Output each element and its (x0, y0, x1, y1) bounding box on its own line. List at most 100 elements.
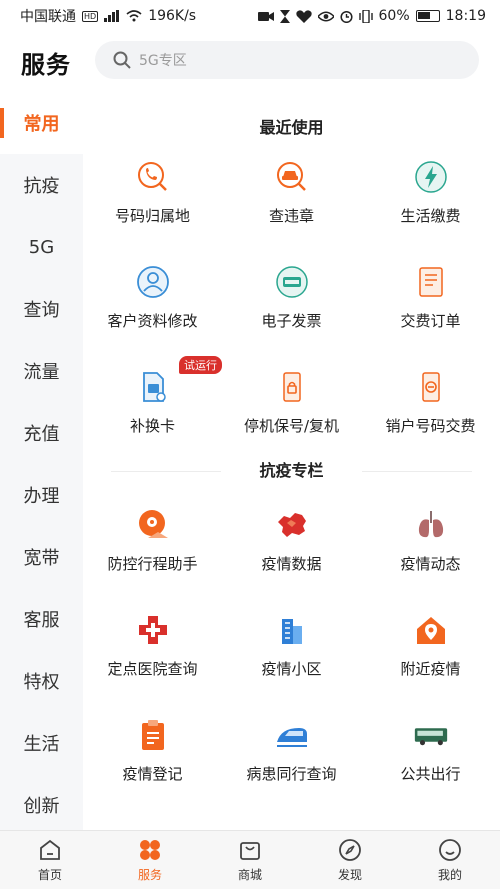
service-label: 交费订单 (400, 312, 461, 330)
sidebar-item-label: 抗疫 (23, 176, 60, 197)
sidebar-item-common[interactable]: 常用 (0, 92, 83, 154)
sim-card-icon (136, 370, 170, 404)
sidebar-item-recharge[interactable]: 充值 (0, 402, 83, 464)
sidebar-item-label: 充值 (23, 424, 60, 445)
wifi-icon (126, 10, 142, 22)
service-suspend-resume[interactable]: 停机保号/复机 (222, 356, 361, 461)
house-icon (414, 613, 448, 647)
service-nearby-epidemic[interactable]: 附近疫情 (361, 599, 500, 704)
service-patient-travel-query[interactable]: 病患同行查询 (222, 704, 361, 809)
epidemic-grid: 防控行程助手 疫情数据 疫情动态 定点医院查询 疫情小区 附近疫情 疫情登记 病… (83, 494, 500, 809)
service-public-transport[interactable]: 公共出行 (361, 704, 500, 809)
phone-location-icon (136, 160, 170, 194)
lightning-icon (414, 160, 448, 194)
sidebar-item-label: 查询 (23, 300, 60, 321)
hospital-cross-icon (136, 613, 170, 647)
sidebar-item-5g[interactable]: 5G (0, 216, 83, 278)
train-icon (275, 718, 309, 752)
divider-left (111, 471, 221, 472)
tab-label: 服务 (137, 868, 162, 882)
search-bar[interactable]: 5G专区 (95, 41, 479, 79)
sidebar-item-customer-service[interactable]: 客服 (0, 588, 83, 650)
service-label: 停机保号/复机 (243, 417, 340, 435)
location-pin-icon (136, 508, 170, 542)
section-title-recent: 最近使用 (83, 111, 500, 145)
service-cancelled-number-payment[interactable]: 销户号码交费 (361, 356, 500, 461)
sidebar-item-life[interactable]: 生活 (0, 712, 83, 774)
hd-badge: HD (82, 10, 99, 22)
phone-cancel-icon (414, 370, 448, 404)
heartbeat-icon (295, 9, 312, 23)
service-designated-hospital[interactable]: 定点医院查询 (83, 599, 222, 704)
sidebar-item-broadband[interactable]: 宽带 (0, 526, 83, 588)
service-epidemic-community[interactable]: 疫情小区 (222, 599, 361, 704)
signal-icon (104, 10, 120, 22)
service-travel-assistant[interactable]: 防控行程助手 (83, 494, 222, 599)
service-label: 客户资料修改 (107, 312, 198, 330)
service-label: 病患同行查询 (246, 765, 337, 783)
service-label: 号码归属地 (114, 207, 190, 225)
sidebar-item-anti-epidemic[interactable]: 抗疫 (0, 154, 83, 216)
tab-label: 发现 (337, 868, 362, 882)
service-e-invoice[interactable]: 电子发票 (222, 251, 361, 356)
service-replace-sim[interactable]: 试运行 补换卡 (83, 356, 222, 461)
hourglass-icon (279, 9, 290, 23)
user-face-icon (437, 837, 463, 863)
tab-label: 我的 (437, 868, 462, 882)
sidebar-item-data[interactable]: 流量 (0, 340, 83, 402)
sidebar-item-query[interactable]: 查询 (0, 278, 83, 340)
camera-icon (257, 11, 274, 21)
battery-percent: 60% (378, 8, 410, 24)
phone-lock-icon (275, 370, 309, 404)
buildings-icon (275, 613, 309, 647)
bus-icon (414, 718, 448, 752)
clock: 18:19 (445, 8, 486, 24)
page-title: 服务 (21, 50, 71, 79)
alarm-icon (339, 10, 353, 23)
sidebar-item-label: 5G (28, 236, 55, 258)
sidebar-item-label: 创新 (23, 796, 60, 817)
service-label: 疫情小区 (261, 660, 322, 678)
tab-service[interactable]: 服务 (110, 837, 190, 883)
battery-icon (415, 10, 440, 22)
tab-home[interactable]: 首页 (10, 837, 90, 883)
service-content: 最近使用 号码归属地 查违章 生活缴费 客户资料修改 电子发票 交费订单 试运行 (83, 92, 500, 830)
tab-mine[interactable]: 我的 (410, 837, 490, 883)
divider-right (362, 471, 472, 472)
service-label: 疫情数据 (261, 555, 322, 573)
trial-badge: 试运行 (179, 356, 222, 374)
tab-discover[interactable]: 发现 (310, 837, 390, 883)
sidebar-item-label: 宽带 (23, 548, 60, 569)
home-icon (37, 837, 63, 863)
service-utility-payment[interactable]: 生活缴费 (361, 146, 500, 251)
clipboard-icon (136, 718, 170, 752)
recent-grid: 号码归属地 查违章 生活缴费 客户资料修改 电子发票 交费订单 试运行 补换卡 (83, 146, 500, 461)
status-bar: 中国联通 HD 196K/s 60% 18:19 (0, 0, 500, 32)
sidebar-item-label: 常用 (23, 114, 60, 135)
user-profile-icon (136, 265, 170, 299)
service-epidemic-data[interactable]: 疫情数据 (222, 494, 361, 599)
service-traffic-violation[interactable]: 查违章 (222, 146, 361, 251)
service-number-location[interactable]: 号码归属地 (83, 146, 222, 251)
sidebar-item-innovation[interactable]: 创新 (0, 774, 83, 836)
service-epidemic-news[interactable]: 疫情动态 (361, 494, 500, 599)
sidebar-item-privileges[interactable]: 特权 (0, 650, 83, 712)
service-customer-info-edit[interactable]: 客户资料修改 (83, 251, 222, 356)
service-payment-orders[interactable]: 交费订单 (361, 251, 500, 356)
eye-icon (317, 11, 334, 21)
service-label: 电子发票 (261, 312, 322, 330)
lungs-icon (414, 508, 448, 542)
service-label: 查违章 (268, 207, 314, 225)
service-label: 公共出行 (400, 765, 461, 783)
shopping-bag-icon (237, 837, 263, 863)
section-title-epidemic: 抗疫专栏 (83, 454, 500, 488)
china-map-icon (275, 508, 309, 542)
service-label: 销户号码交费 (385, 417, 476, 435)
sidebar-item-handle[interactable]: 办理 (0, 464, 83, 526)
tab-mall[interactable]: 商城 (210, 837, 290, 883)
search-icon (113, 51, 131, 69)
order-receipt-icon (414, 265, 448, 299)
service-epidemic-registration[interactable]: 疫情登记 (83, 704, 222, 809)
tab-label: 商城 (237, 868, 262, 882)
carrier-label: 中国联通 (20, 9, 76, 25)
